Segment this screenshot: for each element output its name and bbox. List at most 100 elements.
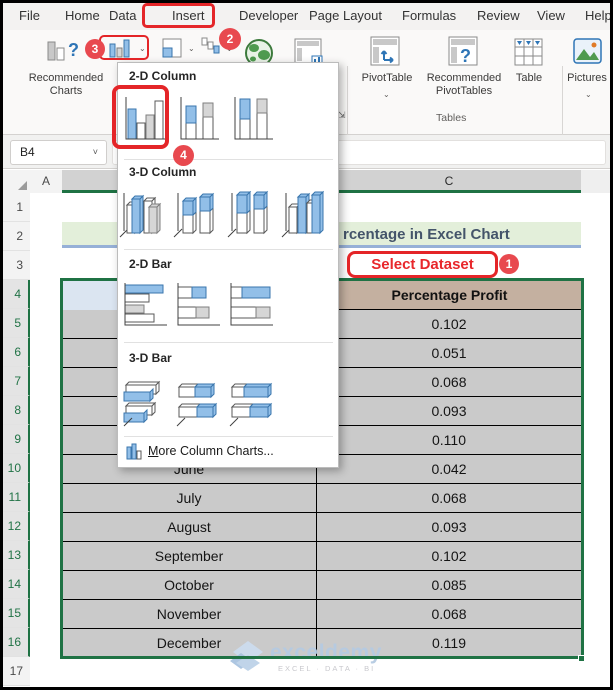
svg-text:?: ? — [460, 46, 471, 66]
name-box-chevron-icon[interactable]: ˅ — [93, 141, 98, 164]
menu-item-3d-100-stacked-bar[interactable] — [228, 377, 274, 427]
row-header-10[interactable]: 10 — [3, 454, 30, 483]
menu-item-3d-clustered-column[interactable] — [118, 187, 162, 239]
table-icon[interactable] — [514, 36, 544, 68]
column-header-filler — [581, 170, 611, 193]
select-all-corner[interactable] — [3, 170, 30, 193]
pictures-dropdown-chevron[interactable]: ⌄ — [585, 90, 592, 99]
month-cell[interactable]: July — [62, 484, 317, 512]
month-cell[interactable]: August — [62, 513, 317, 541]
menu-section-2d-bar: 2-D Bar — [129, 257, 172, 271]
value-cell[interactable]: 0.051 — [317, 339, 581, 367]
value-cell[interactable]: 0.068 — [317, 484, 581, 512]
menu-item-3d-column-chart[interactable] — [280, 187, 324, 239]
menu-item-100-stacked-bar[interactable] — [228, 281, 274, 329]
table-row: October 0.085 — [62, 571, 581, 600]
insert-column-chart-button[interactable] — [108, 38, 134, 58]
annotation-step-3: 3 — [85, 39, 105, 59]
menu-item-more-column-charts[interactable]: More Column Charts... — [118, 439, 338, 467]
row-header-6[interactable]: 6 — [3, 338, 30, 367]
pivottable-icon[interactable] — [370, 36, 402, 68]
row-header-17[interactable]: 17 — [3, 657, 30, 686]
menu-item-3d-100-stacked-column[interactable] — [226, 187, 270, 239]
menu-item-100-stacked-column[interactable] — [230, 93, 274, 143]
row-header-5[interactable]: 5 — [3, 309, 30, 338]
menu-section-3d-bar: 3-D Bar — [129, 351, 172, 365]
value-cell[interactable]: 0.093 — [317, 513, 581, 541]
menu-divider — [124, 342, 333, 343]
recommended-charts-icon[interactable]: ? — [46, 36, 82, 64]
menu-item-stacked-bar[interactable] — [175, 281, 221, 329]
row-header-4[interactable]: 4 — [3, 280, 30, 309]
recommended-pivottables-label[interactable]: Recommended PivotTables — [414, 72, 514, 98]
annotation-step-4: 4 — [173, 145, 194, 166]
row-header-2[interactable]: 2 — [3, 222, 30, 251]
ribbon-tab-bar: File Home Data Insert Developer Page Lay… — [2, 2, 612, 30]
recommended-charts-label[interactable]: Recommended Charts — [16, 72, 116, 98]
name-box[interactable]: B4 ˅ — [10, 140, 107, 165]
fill-handle[interactable] — [578, 655, 585, 662]
month-cell[interactable]: October — [62, 571, 317, 599]
percentage-profit-header-cell[interactable]: Percentage Profit — [317, 280, 581, 310]
menu-item-clustered-column[interactable] — [122, 93, 166, 143]
tab-file[interactable]: File — [19, 8, 40, 23]
value-cell[interactable]: 0.102 — [317, 542, 581, 570]
tab-developer[interactable]: Developer — [239, 8, 298, 23]
menu-item-3d-stacked-bar[interactable] — [175, 377, 221, 427]
row-header-14[interactable]: 14 — [3, 570, 30, 599]
value-cell[interactable]: 0.093 — [317, 397, 581, 425]
tab-view[interactable]: View — [537, 8, 565, 23]
menu-item-stacked-column[interactable] — [176, 93, 220, 143]
excel-window: File Home Data Insert Developer Page Lay… — [0, 0, 613, 690]
value-cell[interactable]: 0.068 — [317, 600, 581, 628]
insert-combo-chart-button[interactable] — [162, 38, 184, 58]
row-header-1[interactable]: 1 — [3, 193, 30, 222]
menu-section-3d-column: 3-D Column — [129, 165, 197, 179]
row-header-8[interactable]: 8 — [3, 396, 30, 425]
tab-page-layout[interactable]: Page Layout — [309, 8, 382, 23]
value-cell[interactable]: 0.110 — [317, 426, 581, 454]
pivottable-dropdown-chevron[interactable]: ⌄ — [383, 90, 390, 99]
menu-item-clustered-bar[interactable] — [122, 281, 168, 329]
value-cell[interactable]: 0.102 — [317, 310, 581, 338]
row-header-11[interactable]: 11 — [3, 483, 30, 512]
recommended-pivottables-icon[interactable]: ? — [448, 36, 480, 68]
pivottable-label[interactable]: PivotTable — [357, 72, 417, 85]
row-header-7[interactable]: 7 — [3, 367, 30, 396]
value-cell[interactable]: 0.068 — [317, 368, 581, 396]
table-label[interactable]: Table — [504, 72, 554, 85]
pictures-icon[interactable] — [573, 38, 603, 66]
value-cell[interactable]: 0.042 — [317, 455, 581, 483]
table-row: November 0.068 — [62, 600, 581, 629]
tab-data[interactable]: Data — [109, 8, 136, 23]
charts-dialog-launcher-icon[interactable]: ⇲ — [338, 110, 346, 121]
exceldemy-logo-icon — [230, 641, 263, 671]
tables-group-label: Tables — [436, 112, 467, 124]
table-row: August 0.093 — [62, 513, 581, 542]
column-chart-dropdown-chevron[interactable]: ⌄ — [139, 44, 146, 53]
menu-divider — [124, 436, 333, 437]
row-header-12[interactable]: 12 — [3, 512, 30, 541]
pictures-label[interactable]: Pictures — [562, 72, 612, 85]
tab-insert[interactable]: Insert — [172, 8, 205, 23]
more-column-charts-label: More Column Charts... — [148, 444, 274, 458]
watermark-brand: exceldemy — [270, 641, 382, 664]
table-row: July 0.068 — [62, 484, 581, 513]
tab-help[interactable]: Help — [585, 8, 612, 23]
tab-review[interactable]: Review — [477, 8, 520, 23]
combo-chart-dropdown-chevron[interactable]: ⌄ — [188, 44, 195, 53]
menu-divider — [124, 249, 333, 250]
row-header-13[interactable]: 13 — [3, 541, 30, 570]
menu-item-3d-stacked-column[interactable] — [172, 187, 216, 239]
tab-formulas[interactable]: Formulas — [402, 8, 456, 23]
row-header-9[interactable]: 9 — [3, 425, 30, 454]
column-header-a[interactable]: A — [30, 170, 62, 193]
month-cell[interactable]: November — [62, 600, 317, 628]
menu-item-3d-clustered-bar[interactable] — [122, 377, 168, 427]
month-cell[interactable]: September — [62, 542, 317, 570]
row-header-15[interactable]: 15 — [3, 599, 30, 628]
row-header-16[interactable]: 16 — [3, 628, 30, 657]
row-header-3[interactable]: 3 — [3, 251, 30, 280]
value-cell[interactable]: 0.085 — [317, 571, 581, 599]
tab-home[interactable]: Home — [65, 8, 100, 23]
